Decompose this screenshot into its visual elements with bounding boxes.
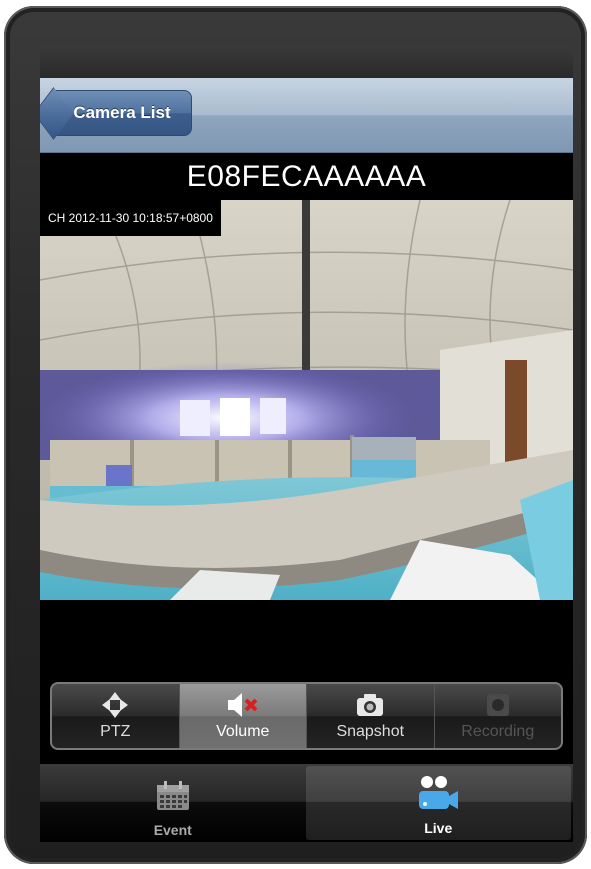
app-screen: Camera List E08FECAAAAAA CH 2012-11-30 1…	[40, 46, 573, 842]
speaker-muted-icon	[226, 691, 260, 719]
video-frame-image	[40, 200, 573, 600]
volume-button[interactable]: Volume	[179, 684, 307, 748]
video-camera-users-icon	[416, 774, 460, 814]
snapshot-label: Snapshot	[336, 723, 405, 740]
tab-event-label: Event	[153, 822, 192, 838]
record-icon	[484, 691, 512, 719]
ptz-button[interactable]: PTZ	[52, 684, 180, 748]
device-frame: Camera List E08FECAAAAAA CH 2012-11-30 1…	[4, 6, 587, 864]
camera-list-back-button[interactable]: Camera List	[52, 90, 192, 136]
back-button-label: Camera List	[73, 103, 171, 122]
tab-live-label: Live	[424, 820, 453, 836]
camera-name-title: E08FECAAAAAA	[186, 160, 427, 193]
navigation-bar: Camera List	[40, 78, 573, 153]
recording-button[interactable]: Recording	[435, 684, 562, 748]
snapshot-button[interactable]: Snapshot	[307, 684, 435, 748]
tab-event[interactable]: Event	[40, 764, 306, 842]
calendar-icon	[155, 776, 191, 816]
video-timestamp: CH 2012-11-30 10:18:57+0800	[40, 200, 221, 236]
status-bar	[40, 46, 573, 78]
recording-label: Recording	[461, 723, 535, 740]
live-video-view[interactable]: CH 2012-11-30 10:18:57+0800	[40, 200, 573, 600]
camera-icon	[355, 691, 385, 719]
volume-label: Volume	[216, 723, 270, 740]
ptz-arrows-icon	[101, 691, 129, 719]
ptz-label: PTZ	[100, 723, 131, 740]
tab-live[interactable]: Live	[305, 766, 571, 840]
tab-bar: Event Live	[40, 764, 573, 842]
camera-control-toolbar: PTZ Volume Snapshot Recording	[50, 682, 563, 750]
